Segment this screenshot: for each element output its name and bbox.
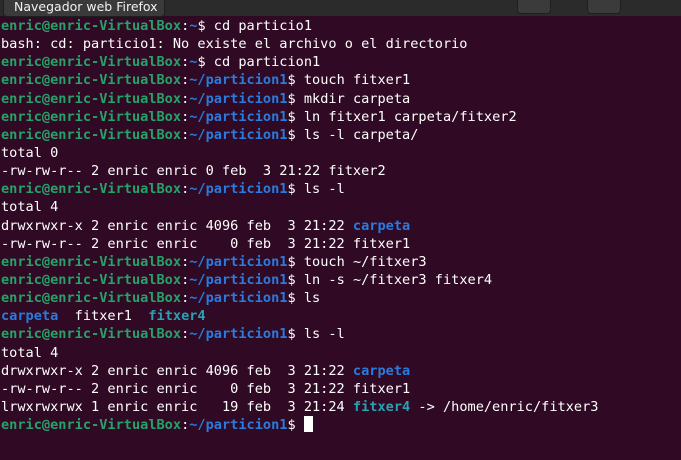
terminal-segment-txt: $ ls -l carpeta/ xyxy=(287,126,419,143)
terminal-segment-txt: total 4 xyxy=(1,199,59,216)
terminal-segment-txt: $ xyxy=(287,417,304,434)
terminal-line: -rw-rw-r-- 2 enric enric 0 feb 3 21:22 f… xyxy=(1,380,679,398)
window-button[interactable] xyxy=(587,0,621,14)
top-bar: Navegador web Firefox xyxy=(0,0,681,17)
terminal-line: enric@enric-VirtualBox:~/particion1$ ls … xyxy=(1,325,679,343)
terminal-segment-txt: $ touch ~/fitxer3 xyxy=(287,253,427,270)
terminal-segment-user: enric@enric-VirtualBox xyxy=(1,326,182,343)
terminal-segment-txt: drwxrwxr-x 2 enric enric 4096 feb 3 21:2… xyxy=(1,362,353,379)
terminal-segment-txt: $ ln -s ~/fitxer3 fitxer4 xyxy=(287,271,493,288)
terminal-segment-path: ~/particion1 xyxy=(189,290,288,307)
terminal-line: enric@enric-VirtualBox:~/particion1$ ln … xyxy=(1,108,679,126)
terminal-line: bash: cd: particio1: No existe el archiv… xyxy=(1,35,679,53)
terminal-line: enric@enric-VirtualBox:~/particion1$ tou… xyxy=(1,253,679,271)
terminal-segment-path: ~/particion1 xyxy=(189,90,288,107)
terminal-segment-user: enric@enric-VirtualBox xyxy=(1,290,182,307)
terminal-segment-txt: -rw-rw-r-- 2 enric enric 0 feb 3 21:22 f… xyxy=(1,380,411,397)
terminal-output[interactable]: enric@enric-VirtualBox:~$ cd particio1 ba… xyxy=(1,17,679,434)
terminal-segment-path: ~/particion1 xyxy=(189,126,288,143)
terminal-segment-txt: fitxer1 xyxy=(58,308,149,325)
terminal-line: lrwxrwxrwx 1 enric enric 19 feb 3 21:24 … xyxy=(1,398,679,416)
terminal-segment-txt: $ ls xyxy=(287,290,321,307)
terminal-line: enric@enric-VirtualBox:~/particion1$ mkd… xyxy=(1,90,679,108)
terminal-segment-dir: carpeta xyxy=(352,362,411,379)
terminal-segment-user: enric@enric-VirtualBox xyxy=(1,108,182,125)
terminal-line: enric@enric-VirtualBox:~$ cd particio1 xyxy=(1,17,679,35)
terminal-line: enric@enric-VirtualBox:~/particion1$ xyxy=(1,416,679,434)
terminal-segment-path: ~/particion1 xyxy=(189,417,288,434)
terminal-segment-txt: $ cd particio1 xyxy=(197,18,313,34)
terminal-line: enric@enric-VirtualBox:~/particion1$ tou… xyxy=(1,71,679,89)
terminal-segment-user: enric@enric-VirtualBox xyxy=(1,253,182,270)
terminal-segment-path: ~/particion1 xyxy=(189,326,288,343)
terminal-segment-txt: $ cd particion1 xyxy=(197,54,321,71)
terminal-line: enric@enric-VirtualBox:~/particion1$ ls … xyxy=(1,180,679,198)
terminal-segment-txt: drwxrwxr-x 2 enric enric 4096 feb 3 21:2… xyxy=(1,217,353,234)
firefox-tooltip: Navegador web Firefox xyxy=(3,0,165,17)
terminal-segment-user: enric@enric-VirtualBox xyxy=(1,72,182,89)
terminal-segment-path: ~/particion1 xyxy=(189,181,288,198)
terminal-segment-user: enric@enric-VirtualBox xyxy=(1,181,182,198)
terminal-line: enric@enric-VirtualBox:~/particion1$ ls … xyxy=(1,126,679,144)
terminal-line: carpeta fitxer1 fitxer4 xyxy=(1,307,679,325)
terminal-line: drwxrwxr-x 2 enric enric 4096 feb 3 21:2… xyxy=(1,217,679,235)
terminal-segment-path: ~/particion1 xyxy=(189,108,288,125)
terminal-segment-txt: $ mkdir carpeta xyxy=(287,90,411,107)
terminal-segment-txt: total 0 xyxy=(1,144,59,161)
terminal-segment-user: enric@enric-VirtualBox xyxy=(1,271,182,288)
terminal-line: total 4 xyxy=(1,198,679,216)
terminal-line: -rw-rw-r-- 2 enric enric 0 feb 3 21:22 f… xyxy=(1,162,679,180)
terminal-segment-path: ~/particion1 xyxy=(189,253,288,270)
terminal-segment-txt: -rw-rw-r-- 2 enric enric 0 feb 3 21:22 f… xyxy=(1,163,386,180)
terminal-line: total 4 xyxy=(1,344,679,362)
terminal-segment-user: enric@enric-VirtualBox xyxy=(1,126,182,143)
terminal-segment-txt: $ ls -l xyxy=(287,326,345,343)
terminal-segment-txt: lrwxrwxrwx 1 enric enric 19 feb 3 21:24 xyxy=(1,398,353,415)
terminal-segment-link: fitxer4 xyxy=(352,398,411,415)
terminal-segment-txt: $ ln fitxer1 carpeta/fitxer2 xyxy=(287,108,517,125)
terminal-segment-path: ~/particion1 xyxy=(189,271,288,288)
terminal-segment-txt: $ ls -l xyxy=(287,181,345,198)
terminal-line: enric@enric-VirtualBox:~/particion1$ ls xyxy=(1,289,679,307)
terminal-segment-user: enric@enric-VirtualBox xyxy=(1,90,182,107)
terminal-segment-user: enric@enric-VirtualBox xyxy=(1,54,182,71)
terminal-segment-txt: $ touch fitxer1 xyxy=(287,72,411,89)
terminal-window: Navegador web Firefox enric@enric-Virtua… xyxy=(0,0,681,460)
terminal-segment-txt: -rw-rw-r-- 2 enric enric 0 feb 3 21:22 f… xyxy=(1,235,411,252)
window-button[interactable] xyxy=(517,0,551,14)
terminal-segment-user: enric@enric-VirtualBox xyxy=(1,18,182,34)
cursor xyxy=(303,416,313,433)
terminal-line: enric@enric-VirtualBox:~/particion1$ ln … xyxy=(1,271,679,289)
terminal-segment-path: ~/particion1 xyxy=(189,72,288,89)
terminal-segment-dir: carpeta xyxy=(352,217,411,234)
terminal-line: drwxrwxr-x 2 enric enric 4096 feb 3 21:2… xyxy=(1,362,679,380)
terminal-segment-link: fitxer4 xyxy=(148,308,206,325)
terminal-line: total 0 xyxy=(1,144,679,162)
terminal-segment-txt: -> /home/enric/fitxer3 xyxy=(410,398,599,415)
terminal-segment-txt: total 4 xyxy=(1,344,59,361)
terminal-segment-user: enric@enric-VirtualBox xyxy=(1,417,182,434)
terminal-line: enric@enric-VirtualBox:~$ cd particion1 xyxy=(1,53,679,71)
terminal-segment-dir: carpeta xyxy=(1,308,59,325)
terminal-segment-txt: bash: cd: particio1: No existe el archiv… xyxy=(1,36,468,53)
terminal-line: -rw-rw-r-- 2 enric enric 0 feb 3 21:22 f… xyxy=(1,235,679,253)
